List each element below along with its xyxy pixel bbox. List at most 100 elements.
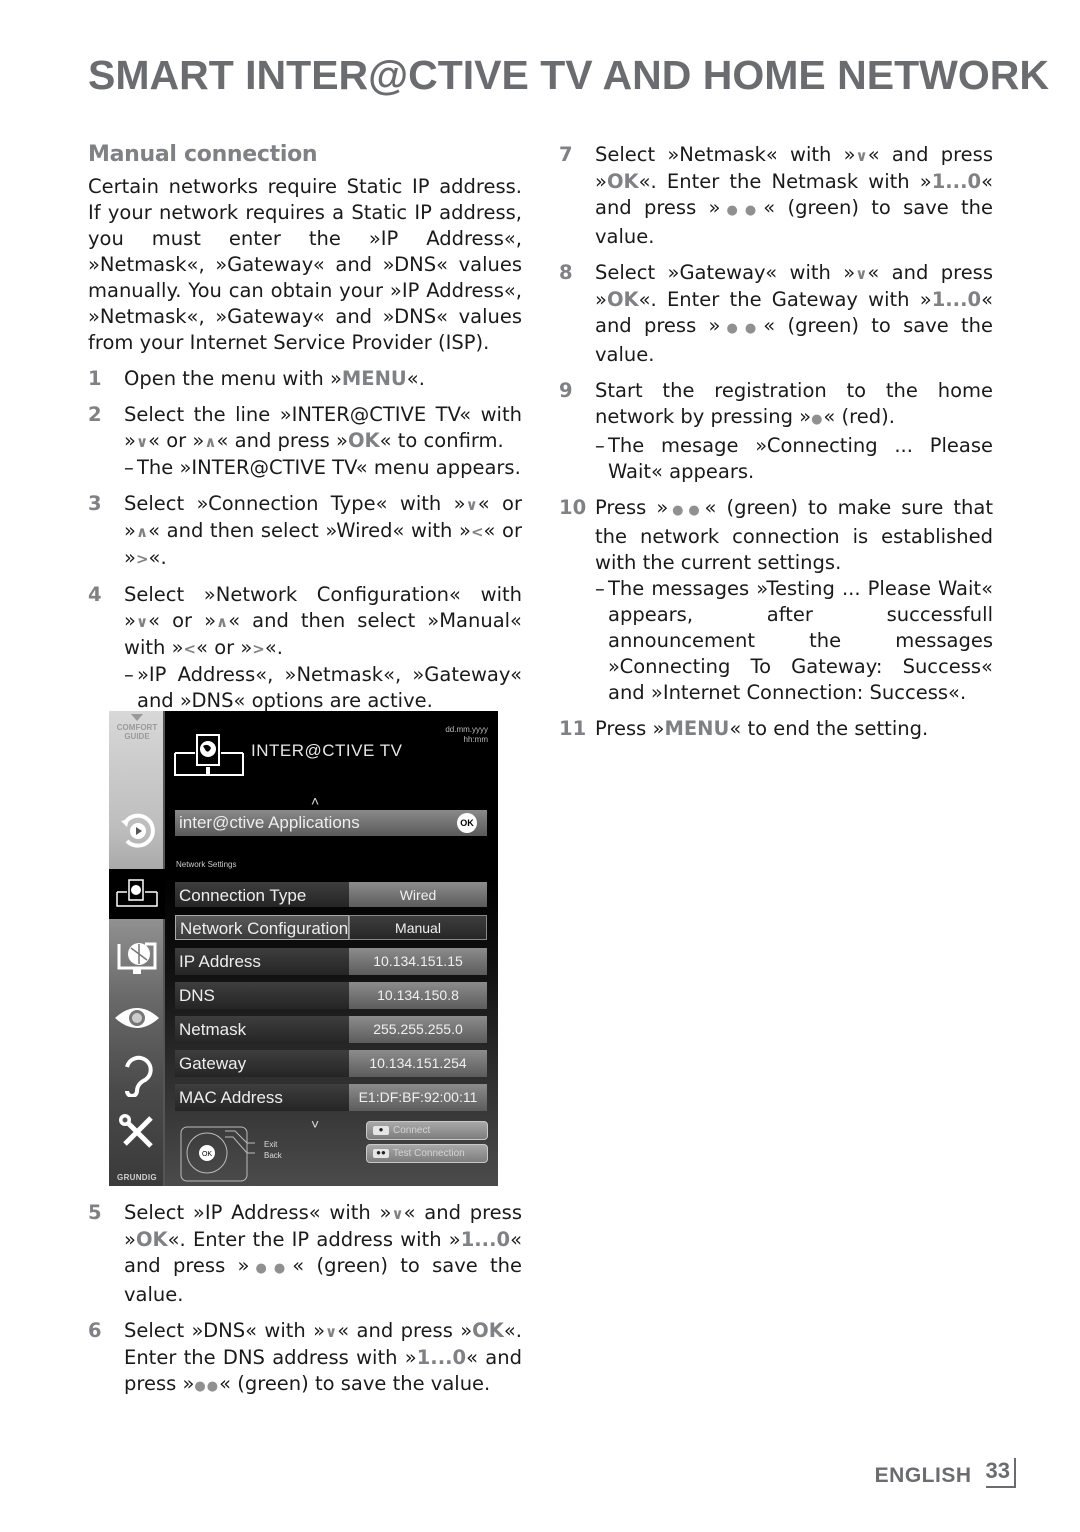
interactive-applications-item[interactable]: inter@ctive Applications OK (175, 810, 487, 836)
tv-main-panel: dd.mm.yyyy hh:mm INTER@CTIVE TV ˄ inter@c… (165, 711, 498, 1186)
step-2: 2 Select the line »INTER@CTIVE TV« with … (88, 402, 522, 481)
step-text: Select »Connection Type« with »∨« or »∧«… (124, 492, 523, 569)
step-7: 7 Select »Netmask« with »∨« and press »O… (559, 142, 993, 250)
ok-key: OK (606, 170, 639, 193)
up-arrow-icon: ∧ (135, 523, 149, 541)
down-arrow-icon: ∨ (135, 613, 149, 631)
remote-exit-label: Exit (264, 1140, 278, 1149)
step-result: – The messages »Testing ... Please Wait« … (595, 577, 993, 704)
step-result: – »IP Address«, »Netmask«, »Gateway« and … (124, 663, 522, 712)
up-arrow-icon: ∧ (216, 613, 229, 631)
up-arrow-icon: ∧ (204, 433, 217, 451)
down-arrow-icon: ∨ (855, 147, 868, 165)
setting-row-netmask[interactable]: Netmask 255.255.255.0 (175, 1016, 487, 1043)
right-arrow-icon: > (135, 550, 149, 568)
interactive-tv-icon[interactable] (109, 869, 165, 919)
satellite-dish-icon[interactable] (109, 933, 165, 983)
setting-row-dns[interactable]: DNS 10.134.150.8 (175, 982, 487, 1009)
step-number: 2 (88, 403, 102, 426)
ok-icon: OK (457, 813, 477, 833)
down-arrow-icon: ∨ (391, 1205, 404, 1223)
number-keys: 1...0 (416, 1346, 467, 1369)
media-play-icon[interactable] (109, 806, 165, 856)
step-text: Start the registration to the home netwo… (595, 379, 993, 483)
number-keys: 1...0 (460, 1228, 511, 1251)
triangle-down-icon (131, 714, 143, 721)
date-time: dd.mm.yyyy hh:mm (445, 725, 488, 744)
green-button-icon: ●● (373, 1149, 389, 1158)
number-keys: 1...0 (931, 288, 982, 311)
left-column-continued: 5 Select »IP Address« with »∨« and press… (88, 1200, 522, 1410)
ok-key: OK (606, 288, 639, 311)
red-button-icon: ● (373, 1126, 389, 1135)
step-1: 1 Open the menu with »MENU«. (88, 366, 522, 392)
page-number: 33 (985, 1458, 1016, 1488)
down-arrow-icon: ∨ (465, 496, 478, 514)
step-text: Select »Network Configuration« with »∨« … (124, 583, 522, 712)
chevron-down-icon[interactable]: ˅ (311, 1116, 319, 1132)
step-text: Select the line »INTER@CTIVE TV« with »∨… (124, 403, 522, 479)
tools-icon[interactable] (109, 1107, 165, 1157)
ear-icon[interactable] (109, 1051, 165, 1101)
green-button-icon: ●● (720, 321, 764, 336)
setting-row-mac-address[interactable]: MAC Address E1:DF:BF:92:00:11 (175, 1084, 487, 1111)
step-10: 10 Press »●●« (green) to make sure that … (559, 495, 993, 706)
menu-key: MENU (341, 367, 407, 390)
intro-paragraph: Certain networks require Static IP addre… (88, 175, 522, 354)
right-arrow-icon: > (252, 640, 265, 658)
setting-row-ip-address[interactable]: IP Address 10.134.151.15 (175, 948, 487, 975)
footer-language: ENGLISH (874, 1464, 972, 1487)
green-button-icon: ●● (249, 1261, 293, 1276)
setting-row-gateway[interactable]: Gateway 10.134.151.254 (175, 1050, 487, 1077)
step-number: 5 (88, 1201, 102, 1224)
page-footer: ENGLISH 33 (875, 1458, 1016, 1488)
step-8: 8 Select »Gateway« with »∨« and press »O… (559, 260, 993, 368)
left-column: Manual connection Certain networks requi… (88, 142, 522, 724)
step-9: 9 Start the registration to the home net… (559, 378, 993, 485)
step-text: Select »Gateway« with »∨« and press »OK«… (595, 261, 994, 366)
ok-key: OK (472, 1319, 504, 1342)
step-result: – The »INTER@CTIVE TV« menu appears. (124, 456, 521, 479)
menu-key: MENU (664, 717, 730, 740)
ok-key: OK (347, 429, 380, 452)
interactive-tv-logo-icon (173, 731, 247, 786)
ok-key: OK (135, 1228, 168, 1251)
tv-menu-title: INTER@CTIVE TV (251, 741, 403, 760)
step-5: 5 Select »IP Address« with »∨« and press… (88, 1200, 522, 1308)
chevron-up-icon[interactable]: ˄ (311, 793, 319, 809)
right-column: 7 Select »Netmask« with »∨« and press »O… (559, 142, 993, 752)
down-arrow-icon: ∨ (855, 265, 868, 283)
down-arrow-icon: ∨ (135, 433, 149, 451)
connect-button[interactable]: ● Connect (366, 1121, 488, 1140)
step-text: Press »MENU« to end the setting. (595, 717, 929, 740)
green-button-icon: ●● (668, 503, 705, 518)
setting-row-network-configuration[interactable]: Network Configuration Manual (175, 915, 487, 940)
step-text: Select »Netmask« with »∨« and press »OK«… (595, 143, 994, 248)
grundig-logo: GRUNDIG (117, 1173, 157, 1182)
step-number: 6 (88, 1319, 102, 1342)
green-button-icon: ●● (720, 203, 764, 218)
green-button-icon: ●● (194, 1379, 220, 1394)
step-text: Press »●●« (green) to make sure that the… (595, 496, 994, 704)
step-text: Select »DNS« with »∨« and press »OK«. En… (124, 1319, 522, 1395)
red-button-icon: ● (811, 412, 824, 427)
settings-list: Connection Type Wired Network Configurati… (175, 882, 487, 1118)
test-connection-button[interactable]: ●● Test Connection (366, 1144, 488, 1163)
setting-row-connection-type[interactable]: Connection Type Wired (175, 882, 487, 907)
step-3: 3 Select »Connection Type« with »∨« or »… (88, 491, 522, 572)
tv-menu-screenshot: COMFORT GUIDE GRUNDIG dd.mm.yyyy hh:mm IN… (109, 711, 498, 1186)
page-title: SMART INTER@CTIVE TV AND HOME NETWORK (88, 52, 1049, 98)
left-arrow-icon: < (183, 640, 197, 658)
step-number: 9 (559, 379, 573, 402)
network-settings-label: Network Settings (176, 860, 237, 869)
step-4: 4 Select »Network Configuration« with »∨… (88, 582, 522, 714)
section-title: Manual connection (88, 142, 318, 167)
step-number: 11 (559, 717, 587, 740)
step-number: 1 (88, 367, 102, 390)
step-number: 8 (559, 261, 573, 284)
svg-text:OK: OK (202, 1151, 212, 1158)
left-arrow-icon: < (470, 523, 484, 541)
step-11: 11 Press »MENU« to end the setting. (559, 716, 993, 742)
step-number: 7 (559, 143, 573, 166)
eye-icon[interactable] (109, 993, 165, 1043)
